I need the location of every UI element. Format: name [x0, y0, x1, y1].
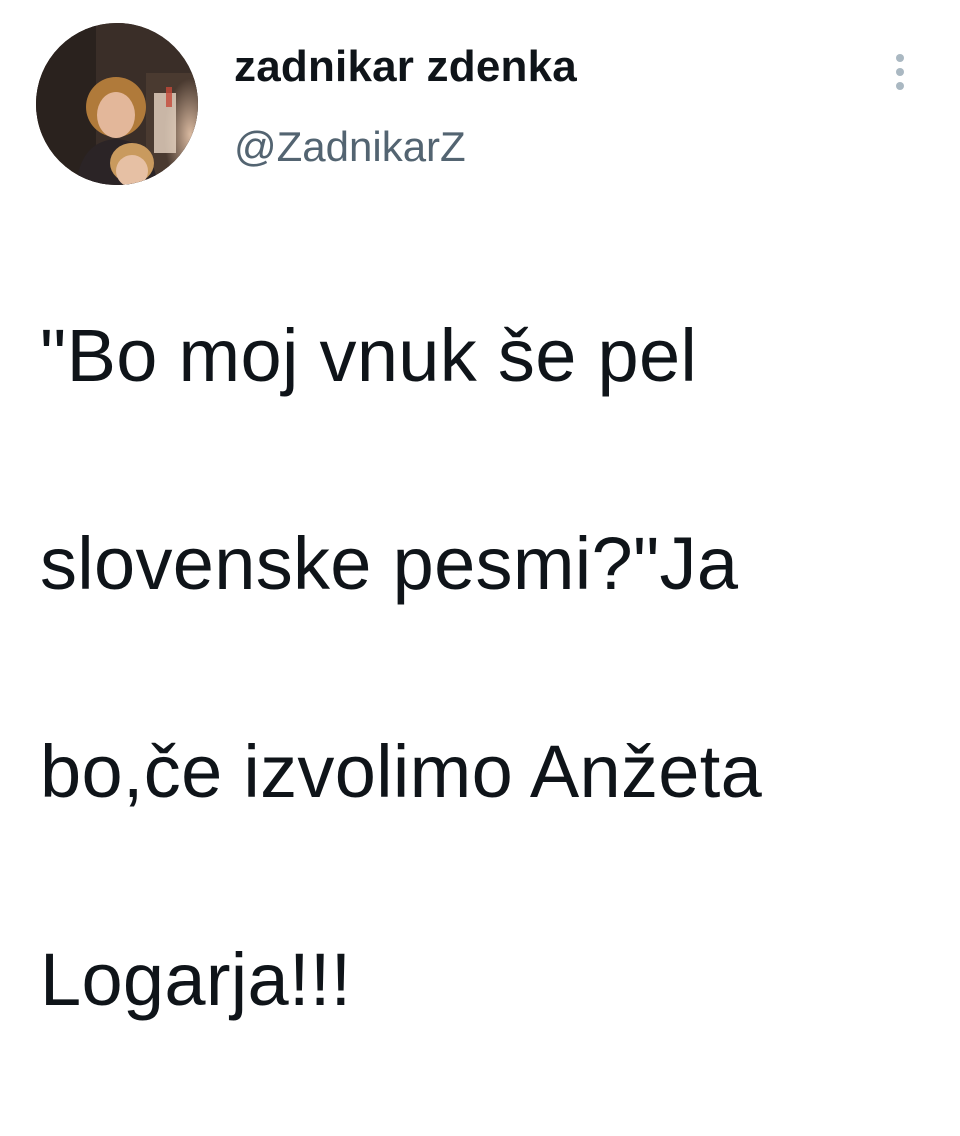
tweet-text: "Bo moj vnuk še pel slovenske pesmi?"Ja … — [40, 200, 940, 1136]
tweet-card: zadnikar zdenka @ZadnikarZ "Bo moj vnuk … — [0, 0, 960, 1021]
tweet-text-line: slovenske pesmi?"Ja — [40, 522, 739, 605]
avatar[interactable] — [36, 23, 198, 185]
handle[interactable]: @ZadnikarZ — [234, 122, 466, 172]
tweet-text-line: bo,če izvolimo Anžeta — [40, 730, 763, 813]
more-vertical-icon — [896, 54, 904, 90]
avatar-photo — [36, 23, 198, 185]
tweet-text-line: "Bo moj vnuk še pel — [40, 314, 698, 397]
display-name[interactable]: zadnikar zdenka — [234, 41, 577, 93]
tweet-text-line: Logarja!!! — [40, 938, 352, 1021]
more-options-button[interactable] — [880, 44, 920, 100]
